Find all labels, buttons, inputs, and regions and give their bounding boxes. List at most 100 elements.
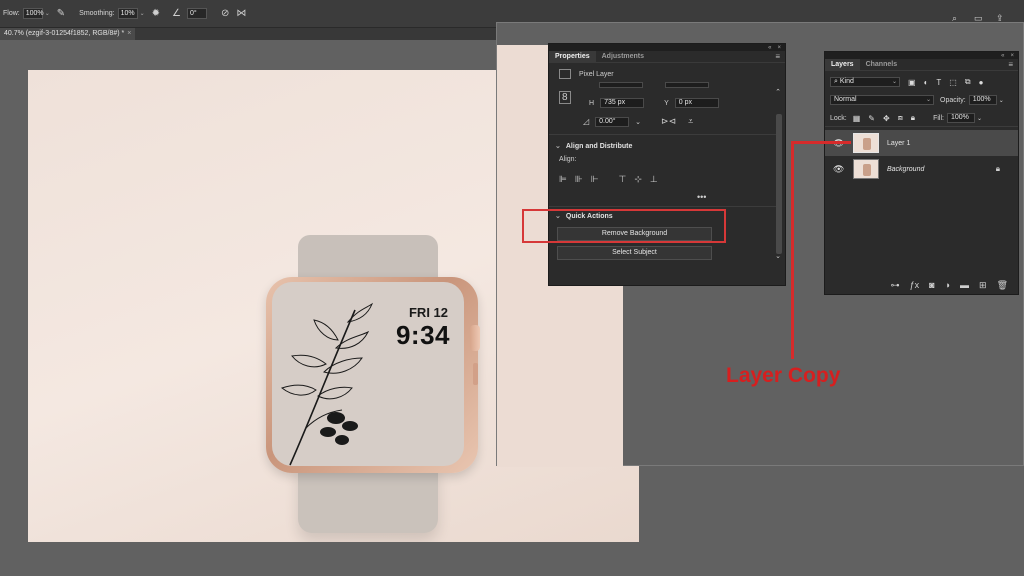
align-buttons: ⊫ ⊪ ⊩ ⊤ ⊹ ⊥ <box>559 174 666 185</box>
layer-thumbnail <box>853 159 879 179</box>
align-top-icon[interactable]: ⊤ <box>619 174 627 185</box>
align-label-row: Align: <box>559 156 577 163</box>
divider <box>825 126 1018 127</box>
add-mask-icon[interactable]: ◙ <box>929 280 934 291</box>
align-right-icon[interactable]: ⊩ <box>591 174 599 185</box>
opacity-value: 100% <box>972 96 991 103</box>
flip-vertical-icon[interactable]: ⩡ <box>688 116 693 127</box>
document-tab[interactable]: 40.7% (ezgif-3-01254f1852, RGB/8#) * × <box>0 28 136 40</box>
layers-tabs: Layers Channels ≡ <box>825 58 1018 71</box>
align-section-header[interactable]: ⌄ Align and Distribute <box>555 142 632 150</box>
flow-field[interactable]: 100% <box>22 8 44 19</box>
divider <box>549 134 777 135</box>
eye-icon[interactable]: 👁︎ <box>833 164 847 175</box>
tab-layers[interactable]: Layers <box>825 58 860 71</box>
properties-tabs: Properties Adjustments ≡ <box>549 50 785 63</box>
tab-channels[interactable]: Channels <box>860 59 904 71</box>
height-field[interactable]: 735 px <box>600 98 645 108</box>
layer-row[interactable]: 👁︎ Background 🔒︎ <box>825 156 1018 182</box>
collapse-icon[interactable]: « <box>1001 53 1004 59</box>
lock-icon[interactable]: 🔒︎ <box>996 164 1000 174</box>
height-label: H <box>589 99 595 107</box>
new-adjustment-icon[interactable]: ◑ <box>945 280 950 291</box>
link-layers-icon[interactable]: ⊶ <box>891 280 900 291</box>
new-layer-icon[interactable]: ⊞ <box>979 280 987 291</box>
close-icon[interactable]: × <box>777 45 781 51</box>
lock-image-icon[interactable]: ✎ <box>868 114 875 123</box>
chevron-down-icon[interactable]: ⌄ <box>635 118 641 126</box>
pressure-icon[interactable]: ⊘ <box>221 8 229 19</box>
filter-smart-icon[interactable]: ⧉ <box>965 77 971 87</box>
trash-icon[interactable]: 🗑︎ <box>997 280 1008 291</box>
close-icon[interactable]: × <box>127 30 131 37</box>
more-icon[interactable]: ••• <box>697 192 706 202</box>
blend-mode-dropdown[interactable]: Normal ⌄ <box>830 95 934 105</box>
chevron-down-icon[interactable]: ⌄ <box>999 97 1004 104</box>
filter-adjustment-icon[interactable]: ◐ <box>924 78 929 87</box>
angle-option: 0° <box>184 8 207 19</box>
airbrush-icon[interactable]: ✎ <box>57 8 65 19</box>
panel-menu-icon[interactable]: ≡ <box>1008 60 1013 69</box>
lock-position-icon[interactable]: ✥ <box>883 114 890 123</box>
gear-icon[interactable]: ✹ <box>152 8 160 19</box>
lock-all-icon[interactable]: 🔒︎ <box>911 113 915 123</box>
fx-icon[interactable]: ƒx <box>910 280 920 291</box>
x-field[interactable] <box>665 82 709 88</box>
blend-row: Normal ⌄ Opacity: 100% ⌄ <box>830 95 1004 105</box>
watch-screen: FRI 12 9:34 <box>272 282 464 466</box>
search-icon: ⌕ <box>834 78 838 85</box>
scroll-down-icon[interactable]: ⌄ <box>775 252 781 260</box>
filter-shape-icon[interactable]: ⬚ <box>949 78 957 87</box>
layer-row[interactable]: 👁︎ Layer 1 <box>825 130 1018 156</box>
more-options[interactable]: ••• <box>697 192 706 202</box>
properties-scrollbar-thumb[interactable] <box>776 114 782 254</box>
layers-panel: « × Layers Channels ≡ ⌕ Kind ⌄ ▣ ◐ T ⬚ ⧉… <box>824 51 1019 295</box>
layer-name[interactable]: Layer 1 <box>887 140 910 147</box>
fill-field[interactable]: 100% <box>946 113 975 123</box>
angle-field[interactable]: 0.00° <box>595 116 630 127</box>
document-tab-title: 40.7% (ezgif-3-01254f1852, RGB/8#) * <box>4 30 125 37</box>
close-icon[interactable]: × <box>1010 53 1014 59</box>
collapse-icon[interactable]: « <box>768 45 771 51</box>
smoothing-field[interactable]: 10% <box>117 8 138 19</box>
butterfly-icon[interactable]: ⋈ <box>236 8 246 19</box>
tab-adjustments[interactable]: Adjustments <box>596 51 650 63</box>
link-dimensions-icon[interactable]: 8 <box>559 91 571 104</box>
chevron-down-icon[interactable]: ⌄ <box>140 10 145 17</box>
align-center-h-icon[interactable]: ⊪ <box>575 174 583 185</box>
panel-menu-icon[interactable]: ≡ <box>775 52 780 61</box>
chevron-down-icon[interactable]: ⌄ <box>45 10 50 17</box>
angle-icon: ◿ <box>583 117 590 126</box>
filter-toggle-icon[interactable]: ● <box>979 78 984 87</box>
lock-label: Lock: <box>830 114 847 122</box>
lock-artboard-icon[interactable]: ⧈ <box>898 113 903 123</box>
opacity-field[interactable]: 100% <box>968 95 997 105</box>
y-field[interactable]: 0 px <box>674 98 719 108</box>
fill-value: 100% <box>950 114 969 121</box>
flip-horizontal-icon[interactable]: ⊳⊲ <box>661 116 676 127</box>
new-group-icon[interactable]: ▬ <box>960 280 969 291</box>
align-left-icon[interactable]: ⊫ <box>559 174 567 185</box>
tab-properties[interactable]: Properties <box>549 50 596 63</box>
height-y-row: H 735 px Y 0 px <box>589 98 719 108</box>
filter-pixel-icon[interactable]: ▣ <box>908 78 916 87</box>
align-middle-v-icon[interactable]: ⊹ <box>634 174 642 185</box>
angle-field[interactable]: 0° <box>186 8 207 19</box>
kind-filter-dropdown[interactable]: ⌕ Kind ⌄ <box>830 77 900 87</box>
filter-type-icon[interactable]: T <box>936 78 941 87</box>
scroll-up-icon[interactable]: ⌃ <box>775 88 781 96</box>
width-row-partial <box>599 82 709 88</box>
layer-name[interactable]: Background <box>887 166 924 173</box>
flow-label: Flow: <box>3 10 20 17</box>
chevron-down-icon[interactable]: ⌄ <box>977 115 982 122</box>
watch-side-button <box>473 363 478 385</box>
chevron-down-icon[interactable]: ⌄ <box>555 143 561 150</box>
annotation-line-vertical <box>791 142 794 359</box>
select-subject-button[interactable]: Select Subject <box>557 246 712 260</box>
lock-transparent-icon[interactable]: ▦ <box>853 114 861 123</box>
watch-case: FRI 12 9:34 <box>266 277 478 473</box>
width-field[interactable] <box>599 82 643 88</box>
pixel-layer-icon <box>559 69 571 79</box>
align-bottom-icon[interactable]: ⊥ <box>650 174 658 185</box>
layer-thumbnail-image <box>863 164 871 176</box>
